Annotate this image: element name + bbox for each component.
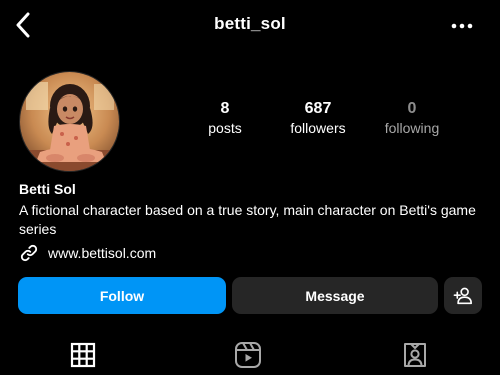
profile-header: betti_sol	[0, 0, 500, 52]
follow-button[interactable]: Follow	[18, 277, 226, 314]
profile-display-name: Betti Sol	[19, 181, 76, 197]
followers-count[interactable]: 687 followers	[273, 99, 363, 137]
message-button[interactable]: Message	[232, 277, 438, 314]
following-count-label: following	[384, 120, 440, 136]
posts-count-label: posts	[208, 120, 242, 136]
followers-count-label: followers	[290, 120, 346, 136]
profile-username: betti_sol	[214, 14, 286, 33]
followers-count-value: 687	[304, 100, 332, 117]
tagged-icon	[404, 343, 426, 367]
more-options-button[interactable]	[446, 14, 478, 38]
following-count-value: 0	[407, 100, 417, 117]
profile-avatar[interactable]	[19, 71, 120, 172]
avatar-image	[20, 72, 119, 171]
following-count[interactable]: 0 following	[367, 99, 457, 137]
grid-icon	[70, 342, 96, 368]
profile-link[interactable]: www.bettisol.com	[19, 243, 156, 263]
add-user-button[interactable]	[444, 277, 482, 314]
add-user-icon	[453, 287, 472, 304]
link-icon	[20, 244, 38, 262]
tab-posts-grid[interactable]	[67, 340, 99, 370]
reels-icon	[235, 342, 261, 368]
profile-bio: A fictional character based on a true st…	[19, 202, 476, 237]
posts-count-value: 8	[220, 100, 230, 117]
more-horizontal-icon	[451, 23, 473, 29]
posts-count[interactable]: 8 posts	[180, 99, 270, 137]
tab-tagged[interactable]	[399, 340, 431, 370]
tab-reels[interactable]	[232, 340, 264, 370]
profile-link-text[interactable]: www.bettisol.com	[48, 245, 156, 261]
